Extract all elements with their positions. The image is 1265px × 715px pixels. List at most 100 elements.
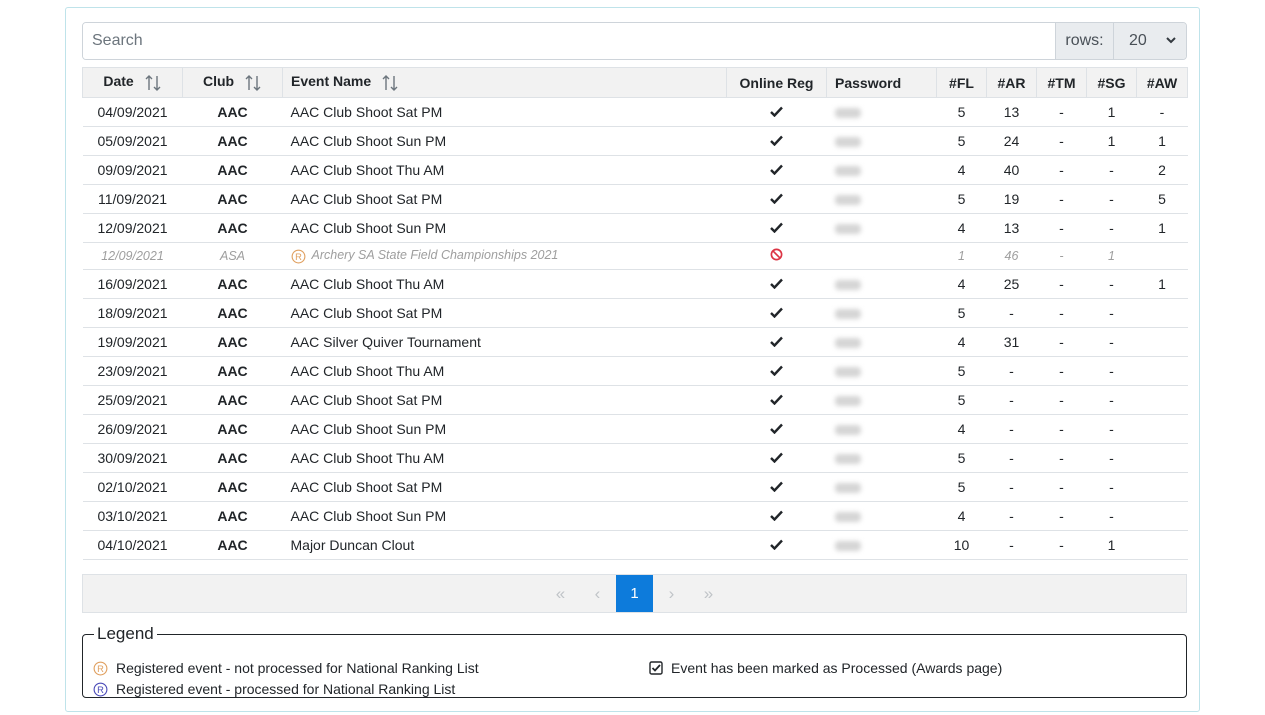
table-row[interactable]: 16/09/2021 AAC AAC Club Shoot Thu AM 4 25- -1 xyxy=(82,269,1188,299)
legend-label: Event has been marked as Processed (Awar… xyxy=(671,660,1003,676)
table-row[interactable]: 30/09/2021 AAC AAC Club Shoot Thu AM 5- - - xyxy=(82,443,1188,473)
event-name-text: AAC Silver Quiver Tournament xyxy=(290,334,481,350)
cell-fl: 4 xyxy=(936,269,987,299)
cell-aw: - xyxy=(1136,97,1188,127)
cell-fl: 5 xyxy=(936,184,987,214)
cell-tm: - xyxy=(1036,298,1087,328)
cell-event-name[interactable]: AAC Club Shoot Sat PM xyxy=(282,97,727,127)
cell-tm: - xyxy=(1036,356,1087,386)
header-date[interactable]: Date xyxy=(82,67,183,98)
event-name-text: AAC Club Shoot Thu AM xyxy=(290,162,445,178)
table-row[interactable]: 12/09/2021 ASA R Archery SA State Field Cha… xyxy=(82,242,1188,270)
table-row[interactable]: 12/09/2021 AAC AAC Club Shoot Sun PM 4 13- -1 xyxy=(82,213,1188,243)
table-row[interactable]: 19/09/2021 AAC AAC Silver Quiver Tournamen… xyxy=(82,327,1188,357)
table-row[interactable]: 09/09/2021 AAC AAC Club Shoot Thu AM 4 40- -2 xyxy=(82,155,1188,185)
search-input[interactable] xyxy=(83,23,1055,59)
cell-date: 04/10/2021 xyxy=(82,530,183,560)
event-name-text: AAC Club Shoot Sat PM xyxy=(290,191,443,207)
cell-sg: 1 xyxy=(1086,126,1137,156)
header-event-label: Event Name xyxy=(291,73,372,90)
cell-event-name[interactable]: AAC Club Shoot Thu AM xyxy=(282,269,727,299)
redacted-password xyxy=(834,338,861,349)
cell-sg: - xyxy=(1086,298,1137,328)
cell-event-name[interactable]: AAC Club Shoot Sun PM xyxy=(282,213,727,243)
cell-event-name[interactable]: AAC Club Shoot Thu AM xyxy=(282,443,727,473)
redacted-password xyxy=(834,166,861,177)
cell-online-reg xyxy=(726,213,827,243)
cell-club: AAC xyxy=(182,385,283,415)
event-name-text: AAC Club Shoot Sun PM xyxy=(290,508,447,524)
header-password: Password xyxy=(826,67,937,98)
sort-arrows-icon[interactable] xyxy=(244,74,262,92)
redacted-password xyxy=(834,512,861,523)
cell-club: AAC xyxy=(182,213,283,243)
cell-event-name[interactable]: AAC Silver Quiver Tournament xyxy=(282,327,727,357)
events-card: rows: 20 Date Club xyxy=(65,7,1200,712)
cell-event-name[interactable]: AAC Club Shoot Sun PM xyxy=(282,414,727,444)
table-row[interactable]: 18/09/2021 AAC AAC Club Shoot Sat PM 5- - - xyxy=(82,298,1188,328)
cell-sg: 1 xyxy=(1086,97,1137,127)
table-row[interactable]: 23/09/2021 AAC AAC Club Shoot Thu AM 5- - - xyxy=(82,356,1188,386)
table-row[interactable]: 25/09/2021 AAC AAC Club Shoot Sat PM 5- - - xyxy=(82,385,1188,415)
cell-sg: - xyxy=(1086,155,1137,185)
cell-aw: 2 xyxy=(1136,155,1188,185)
cell-password xyxy=(826,414,937,444)
cell-password xyxy=(826,501,937,531)
cell-date: 04/09/2021 xyxy=(82,97,183,127)
table-row[interactable]: 26/09/2021 AAC AAC Club Shoot Sun PM 4- - - xyxy=(82,414,1188,444)
cell-event-name[interactable]: AAC Club Shoot Sun PM xyxy=(282,501,727,531)
last-page-button[interactable]: » xyxy=(690,575,727,612)
cell-password xyxy=(826,356,937,386)
table-row[interactable]: 05/09/2021 AAC AAC Club Shoot Sun PM 5 24-1 1 xyxy=(82,126,1188,156)
sort-arrows-icon[interactable] xyxy=(144,74,162,92)
cell-ar: - xyxy=(986,472,1037,502)
cell-online-reg xyxy=(726,385,827,415)
cell-event-name[interactable]: AAC Club Shoot Sat PM xyxy=(282,472,727,502)
check-icon xyxy=(770,365,783,377)
prev-page-button[interactable]: ‹ xyxy=(579,575,616,612)
cell-event-name[interactable]: AAC Club Shoot Sat PM xyxy=(282,184,727,214)
header-club[interactable]: Club xyxy=(182,67,283,98)
cell-sg: - xyxy=(1086,356,1137,386)
sort-arrows-icon[interactable] xyxy=(381,74,399,92)
table-header-row: Date Club Event Name Online Reg Password… xyxy=(82,67,1188,98)
header-event-name[interactable]: Event Name xyxy=(282,67,727,98)
cell-event-name[interactable]: AAC Club Shoot Thu AM xyxy=(282,356,727,386)
cell-tm: - xyxy=(1036,126,1087,156)
cell-club: AAC xyxy=(182,269,283,299)
cell-event-name[interactable]: AAC Club Shoot Thu AM xyxy=(282,155,727,185)
redacted-password xyxy=(834,483,861,494)
cell-event-name[interactable]: R Archery SA State Field Championships 20… xyxy=(282,242,727,270)
table-row[interactable]: 04/09/2021 AAC AAC Club Shoot Sat PM 5 13-1- xyxy=(82,97,1188,127)
cell-club: AAC xyxy=(182,356,283,386)
cell-fl: 5 xyxy=(936,385,987,415)
cell-event-name[interactable]: AAC Club Shoot Sun PM xyxy=(282,126,727,156)
cell-ar: 46 xyxy=(986,242,1037,270)
first-page-button[interactable]: « xyxy=(542,575,579,612)
page-button-current[interactable]: 1 xyxy=(616,575,653,612)
cell-sg: - xyxy=(1086,327,1137,357)
cell-sg: - xyxy=(1086,385,1137,415)
rows-per-page-select[interactable]: 20 xyxy=(1113,23,1186,59)
cell-fl: 5 xyxy=(936,472,987,502)
cell-aw xyxy=(1136,501,1188,531)
header-ar: #AR xyxy=(986,67,1037,98)
cell-ar: 31 xyxy=(986,327,1037,357)
cell-date: 25/09/2021 xyxy=(82,385,183,415)
table-row[interactable]: 04/10/2021 AAC Major Duncan Clout 10- -1 xyxy=(82,530,1188,560)
cell-online-reg xyxy=(726,356,827,386)
next-page-button[interactable]: › xyxy=(653,575,690,612)
cell-fl: 1 xyxy=(936,242,987,270)
header-fl: #FL xyxy=(936,67,987,98)
event-name-text: AAC Club Shoot Sat PM xyxy=(290,104,443,120)
cell-event-name[interactable]: AAC Club Shoot Sat PM xyxy=(282,385,727,415)
cell-event-name[interactable]: AAC Club Shoot Sat PM xyxy=(282,298,727,328)
cell-password xyxy=(826,385,937,415)
cell-tm: - xyxy=(1036,155,1087,185)
table-row[interactable]: 03/10/2021 AAC AAC Club Shoot Sun PM 4- - - xyxy=(82,501,1188,531)
table-row[interactable]: 02/10/2021 AAC AAC Club Shoot Sat PM 5- - - xyxy=(82,472,1188,502)
table-row[interactable]: 11/09/2021 AAC AAC Club Shoot Sat PM 5 19- -5 xyxy=(82,184,1188,214)
cell-date: 23/09/2021 xyxy=(82,356,183,386)
legend-item-processed: R Registered event - processed for Natio… xyxy=(93,681,455,697)
cell-event-name[interactable]: Major Duncan Clout xyxy=(282,530,727,560)
